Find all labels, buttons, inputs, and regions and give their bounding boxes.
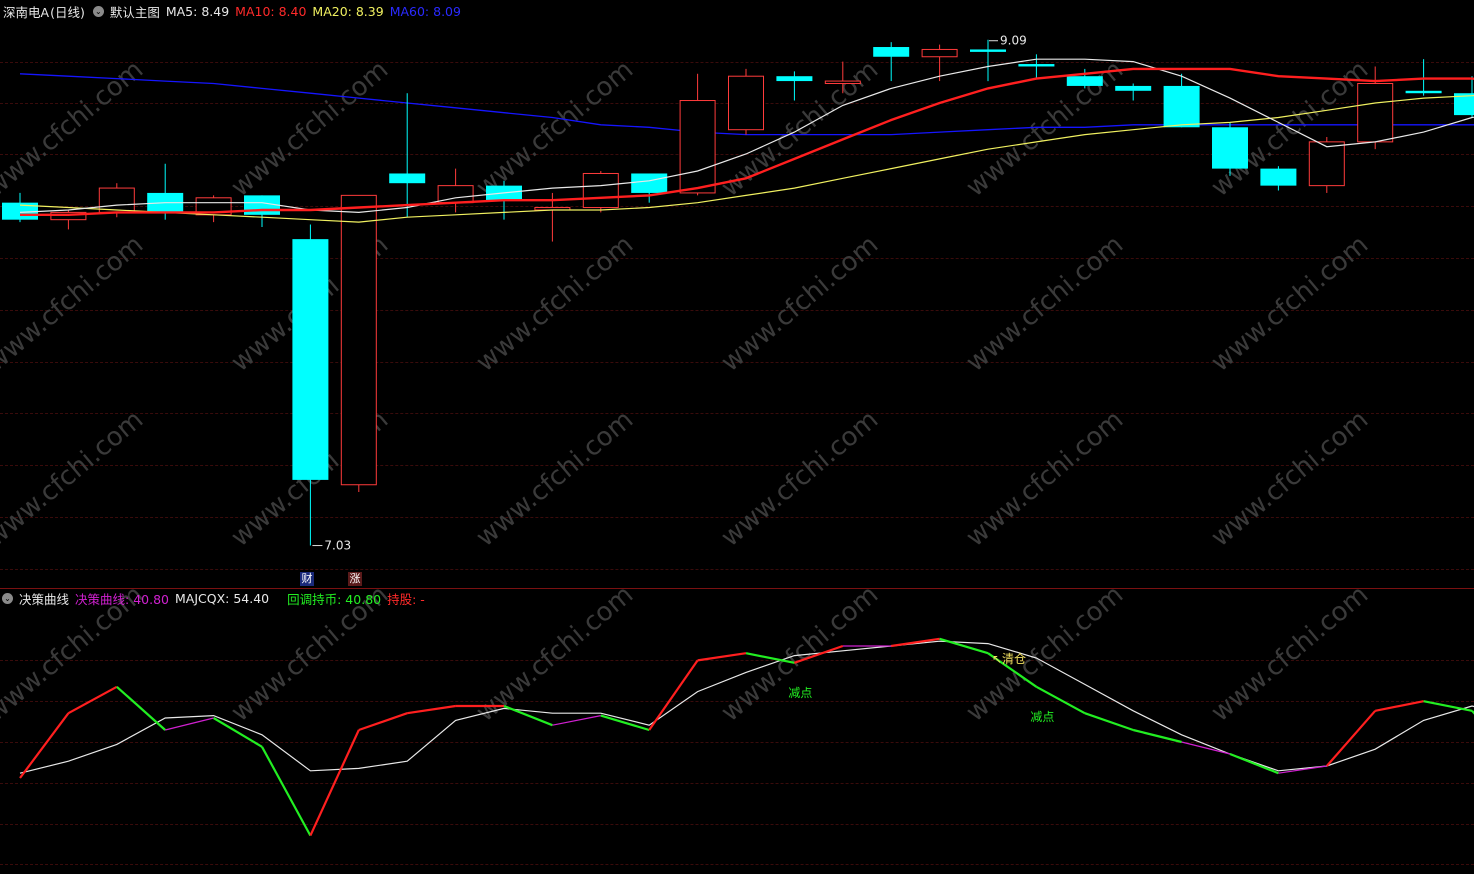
period-label: (日线) <box>50 4 85 20</box>
candle-body <box>1405 90 1442 94</box>
ma20-value: MA20: 8.39 <box>312 3 384 19</box>
decision-curve-segment <box>697 652 747 662</box>
chevron-down-icon[interactable]: ⌄ <box>2 592 13 604</box>
low-price-label: 7.03 <box>324 539 351 553</box>
main-header: 深南电A (日线) ⌄ 默认主图 MA5: 8.49 MA10: 8.40 MA… <box>0 0 467 22</box>
template-label[interactable]: 默认主图 <box>110 2 160 21</box>
jc-value: 决策曲线: 40.80 <box>75 591 169 607</box>
decision-curve-segment <box>407 704 456 715</box>
decision-curve-segment <box>1084 712 1134 732</box>
candle-body <box>1260 168 1297 186</box>
decision-curve-segment <box>19 712 70 779</box>
decision-curve-segment <box>939 637 989 655</box>
hold-value: 回调持币: 40.80 <box>287 591 382 607</box>
ma5-value: MA5: 8.49 <box>165 3 230 19</box>
candle-body <box>776 76 813 82</box>
candle-body <box>824 80 861 85</box>
candle-body <box>389 173 426 184</box>
candle-body <box>1308 141 1345 187</box>
decision-curve-segment <box>1229 752 1279 775</box>
candlestick-chart[interactable]: 9.09 7.03 <box>0 0 1474 588</box>
signal-label: 减点 <box>788 686 812 700</box>
decision-curve-segment <box>648 659 699 731</box>
high-price-label: 9.09 <box>1000 34 1027 48</box>
ma10-value: MA10: 8.40 <box>235 3 307 19</box>
decision-curve-segment <box>309 729 360 837</box>
decision-curve-segment <box>116 685 166 731</box>
candle-body <box>873 47 910 57</box>
candle-body <box>292 239 329 480</box>
candle-body <box>1066 76 1103 86</box>
signal-label: ↖清仓 <box>992 652 1026 666</box>
candle-body <box>340 194 377 486</box>
decision-curve-segment <box>1423 700 1473 712</box>
decision-curve-segment <box>503 704 553 727</box>
decision-curve-chart[interactable]: 减点 ↖清仓减点 <box>0 588 1474 874</box>
position-value: 持股: - <box>387 591 425 607</box>
candle-body <box>98 187 135 213</box>
decision-curve-segment <box>1374 700 1424 712</box>
candle-body <box>1163 85 1200 128</box>
decision-curve-segment <box>67 685 118 715</box>
ma60-value: MA60: 8.09 <box>389 3 461 19</box>
decision-curve-segment <box>552 715 601 726</box>
chevron-down-icon[interactable]: ⌄ <box>92 5 104 17</box>
decision-curve-segment <box>358 712 408 732</box>
candle-body <box>728 75 764 131</box>
limit-up-marker[interactable]: 涨 <box>348 572 362 586</box>
finance-marker[interactable]: 财 <box>300 572 314 586</box>
signal-label: 减点 <box>1030 710 1054 724</box>
candle-body <box>582 172 619 209</box>
candle-body <box>631 173 668 193</box>
candle-body <box>1115 85 1152 91</box>
candle-body <box>1357 83 1394 143</box>
candle-body <box>921 48 958 58</box>
decision-curve-segment <box>261 746 312 837</box>
symbol-name: 深南电A <box>3 4 50 20</box>
candle-body <box>1212 127 1248 169</box>
majcqx-line <box>19 640 1474 774</box>
sub-header: ⌄ 决策曲线 决策曲线: 40.80 MAJCQX: 54.40 回调持币: 4… <box>0 587 431 609</box>
candle-body <box>970 49 1006 52</box>
decision-curve-segment <box>165 717 214 731</box>
majcqx-value: MAJCQX: 54.40 <box>175 590 270 606</box>
candle-body <box>679 100 716 194</box>
candle-body <box>1018 64 1055 67</box>
indicator-title[interactable]: 决策曲线 <box>19 589 69 608</box>
